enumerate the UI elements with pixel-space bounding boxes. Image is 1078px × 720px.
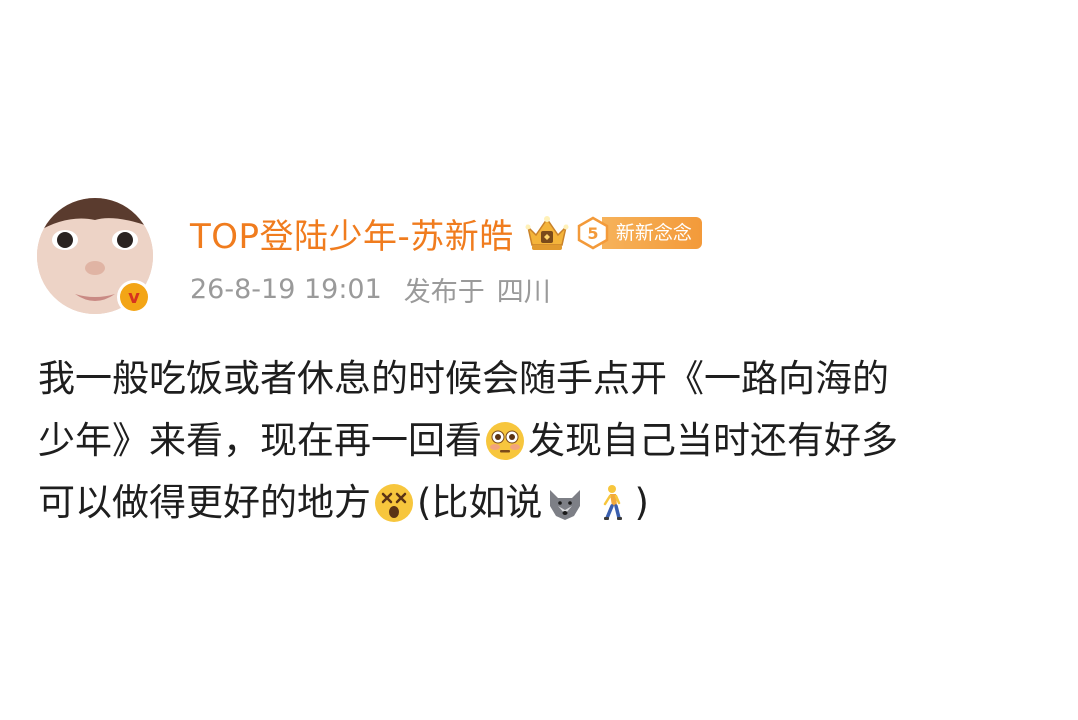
post-timestamp: 26-8-19 19:01	[190, 274, 382, 305]
post-location: 四川	[496, 277, 551, 308]
fan-badge[interactable]: 5 新新念念	[576, 216, 702, 250]
content-text-2b: 发现自己当时还有好多	[528, 419, 898, 462]
fan-level-icon: 5	[577, 216, 609, 250]
fan-badge-label: 新新念念	[601, 217, 702, 249]
author-row: TOP登陆少年-苏新皓 5 新新念念	[190, 208, 702, 258]
content-line-1: 我一般吃饭或者休息的时候会随手点开《一路向海的	[38, 348, 1048, 410]
dizzy-face-emoji-icon	[375, 484, 413, 522]
content-text-3b: (比如说	[417, 481, 543, 524]
crown-icon[interactable]	[524, 213, 570, 253]
flushed-face-emoji-icon	[486, 422, 524, 460]
content-line-3: 可以做得更好的地方 (比如说)	[38, 472, 1048, 534]
post-meta: 26-8-19 19:01 发布于 四川	[190, 270, 551, 309]
content-text-3a: 可以做得更好的地方	[38, 481, 371, 524]
content-text-3c: )	[634, 481, 649, 524]
avatar-container[interactable]: v	[37, 198, 157, 318]
wolf-emoji-icon	[550, 490, 581, 520]
content-text-1: 我一般吃饭或者休息的时候会随手点开《一路向海的	[38, 357, 889, 400]
post-content: 我一般吃饭或者休息的时候会随手点开《一路向海的 少年》来看，现在再一回看 发现自…	[38, 348, 1048, 534]
weibo-post: v TOP登陆少年-苏新皓 5 新新念念 26-8-19 19:01 发布于 四…	[0, 0, 1078, 720]
author-name[interactable]: TOP登陆少年-苏新皓	[190, 209, 514, 258]
location-prefix: 发布于	[403, 277, 485, 308]
content-text-2a: 少年》来看，现在再一回看	[38, 419, 482, 462]
content-line-2: 少年》来看，现在再一回看 发现自己当时还有好多	[38, 410, 1048, 472]
verified-badge: v	[117, 280, 151, 314]
fan-level-number: 5	[587, 224, 598, 243]
walking-person-emoji-icon	[604, 485, 623, 520]
verified-v-icon: v	[120, 283, 148, 311]
